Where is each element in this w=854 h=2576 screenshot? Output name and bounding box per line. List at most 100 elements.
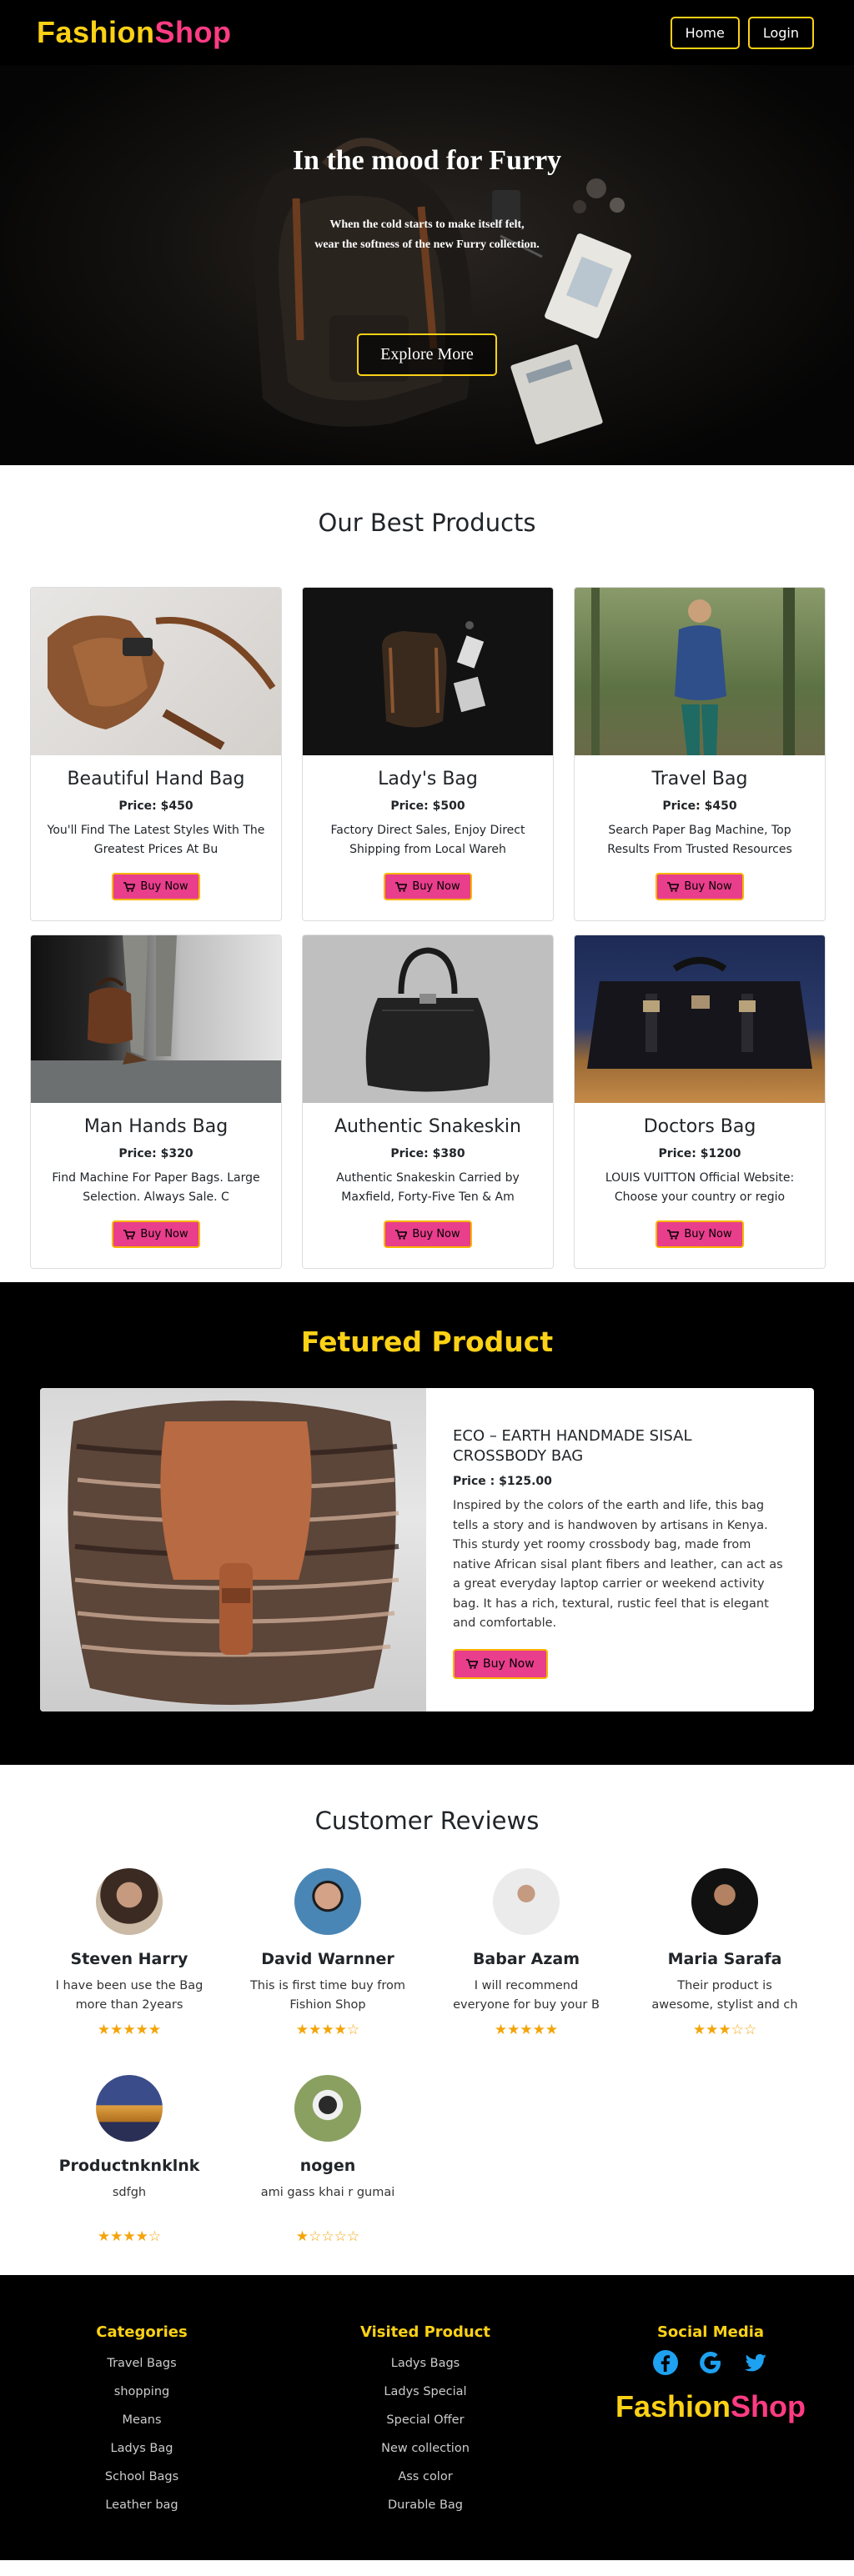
footer-link[interactable]: Leather bag [0,2491,284,2519]
star-rating: ★★★★★ [494,2022,559,2038]
review-text: I have been use the Bag more than 2years [55,1979,203,2012]
featured-card-body: ECO – EARTH HANDMADE SISAL CROSSBODY BAG… [426,1388,814,1711]
product-name: Travel Bag [651,769,748,789]
product-card-body: Doctors Bag Price: $1200 LOUIS VUITTON O… [575,1103,825,1248]
google-icon[interactable] [697,2349,724,2376]
footer-link[interactable]: Ass color [284,2463,567,2491]
buy-now-button[interactable]: Buy Now [112,873,200,900]
star-rating: ★★★★☆ [97,2228,162,2245]
login-button[interactable]: Login [747,16,814,49]
featured-product-section: Fetured Product ECO – EARTH HANDMADE SIS… [0,1282,854,1765]
product-card: Man Hands Bag Price: $320 Find Machine F… [30,935,282,1269]
best-products-title: Our Best Products [318,509,536,537]
reviewer-name: Productnknklnk [58,2157,200,2175]
product-description: Search Paper Bag Machine, Top Results Fr… [607,824,792,856]
buy-now-button[interactable]: Buy Now [656,873,744,900]
footer-social-title: Social Media [656,2323,765,2341]
buy-now-label: Buy Now [140,880,188,893]
avatar [691,1868,758,1935]
footer-link[interactable]: shopping [0,2378,284,2406]
footer-link[interactable]: School Bags [0,2463,284,2491]
hero-subtitle-line1: When the cold starts to make itself felt… [329,218,525,231]
navbar: FashionShop Home Login [0,0,854,65]
footer-link[interactable]: Ladys Bag [0,2434,284,2463]
brand-logo[interactable]: FashionShop [37,15,232,50]
brand-part1: Fashion [37,15,155,49]
footer-social: Social Media FashionShop [567,2323,854,2560]
hero-subtitle-line2: wear the softness of the new Furry colle… [314,238,540,251]
explore-more-button[interactable]: Explore More [357,333,497,376]
cart-icon [395,881,408,892]
featured-buy-now-button[interactable]: Buy Now [453,1648,548,1679]
footer-brand-logo[interactable]: FashionShop [567,2389,854,2424]
review-card: Babar Azam I will recommend everyone for… [427,1868,625,2052]
home-button[interactable]: Home [670,16,740,49]
hero-title: In the mood for Furry [292,145,562,176]
product-name: Lady's Bag [378,769,478,789]
star-rating: ★☆☆☆☆ [295,2228,360,2245]
star-rating: ★★★★☆ [295,2022,360,2038]
footer-visited-title: Visited Product [359,2323,491,2341]
footer-visited: Visited Product Ladys Bags Ladys Special… [284,2323,567,2560]
product-image [31,588,281,755]
product-image [303,588,553,755]
buy-now-button[interactable]: Buy Now [384,873,472,900]
product-image [31,935,281,1103]
product-price: Price: $320 [118,1147,193,1160]
facebook-icon[interactable] [652,2349,679,2376]
review-card: nogen ami gass khai r gumai ★☆☆☆☆ [229,2075,427,2258]
product-card-body: Man Hands Bag Price: $320 Find Machine F… [31,1103,281,1248]
review-card: Steven Harry I have been use the Bag mor… [30,1868,229,2052]
footer-link[interactable]: Special Offer [284,2406,567,2434]
twitter-icon[interactable] [742,2349,769,2376]
product-description: LOUIS VUITTON Official Website: Choose y… [605,1171,795,1204]
avatar [493,1868,560,1935]
buy-now-label: Buy Now [684,1228,732,1240]
cart-icon [123,881,136,892]
product-card-body: Authentic Snakeskin Price: $380 Authenti… [303,1103,553,1248]
reviewer-name: Maria Sarafa [667,1950,782,1968]
cart-icon [123,1229,136,1240]
footer-link[interactable]: Means [0,2406,284,2434]
reviewer-name: nogen [299,2157,356,2175]
social-icons [567,2349,854,2376]
buy-now-label: Buy Now [140,1228,188,1240]
product-name: Beautiful Hand Bag [67,769,245,789]
product-card-body: Beautiful Hand Bag Price: $450 You'll Fi… [31,755,281,900]
review-text: sdfgh [112,2186,147,2199]
buy-now-button[interactable]: Buy Now [112,1220,200,1248]
customer-reviews-section: Customer Reviews Steven Harry I have bee… [0,1765,854,2275]
hero-banner: In the mood for Furry When the cold star… [0,65,854,465]
product-price: Price: $450 [118,799,193,813]
footer-link[interactable]: Travel Bags [0,2349,284,2378]
product-card: Authentic Snakeskin Price: $380 Authenti… [302,935,554,1269]
buy-now-button[interactable]: Buy Now [384,1220,472,1248]
review-card: Productnknklnk sdfgh ★★★★☆ [30,2075,229,2258]
product-image [303,935,553,1103]
review-text: This is first time buy from Fishion Shop [249,1979,406,2012]
product-card: Travel Bag Price: $450 Search Paper Bag … [574,587,826,921]
buy-now-button[interactable]: Buy Now [656,1220,744,1248]
review-card: David Warnner This is first time buy fro… [229,1868,427,2052]
footer-link[interactable]: Ladys Bags [284,2349,567,2378]
footer-categories-title: Categories [96,2323,188,2341]
buy-now-label: Buy Now [684,880,732,893]
star-rating: ★★★☆☆ [692,2022,757,2038]
reviews-grid: Steven Harry I have been use the Bag mor… [30,1868,824,2258]
product-grid: Beautiful Hand Bag Price: $450 You'll Fi… [30,587,826,1269]
buy-now-label: Buy Now [412,1228,460,1240]
product-description: Find Machine For Paper Bags. Large Selec… [52,1171,260,1204]
product-price: Price: $1200 [658,1147,741,1160]
footer-link[interactable]: Durable Bag [284,2491,567,2519]
product-card: Doctors Bag Price: $1200 LOUIS VUITTON O… [574,935,826,1269]
reviewer-name: Babar Azam [472,1950,580,1968]
product-name: Authentic Snakeskin [334,1116,521,1137]
product-price: Price: $450 [662,799,737,813]
featured-card: ECO – EARTH HANDMADE SISAL CROSSBODY BAG… [40,1388,814,1711]
nav-buttons: Home Login [670,16,814,49]
footer-brand-part1: Fashion [615,2389,731,2423]
footer-link[interactable]: Ladys Special [284,2378,567,2406]
footer-link[interactable]: New collection [284,2434,567,2463]
review-text: Their product is awesome, stylist and ch [651,1979,798,2012]
footer-categories: Categories Travel Bags shopping Means La… [0,2323,284,2560]
